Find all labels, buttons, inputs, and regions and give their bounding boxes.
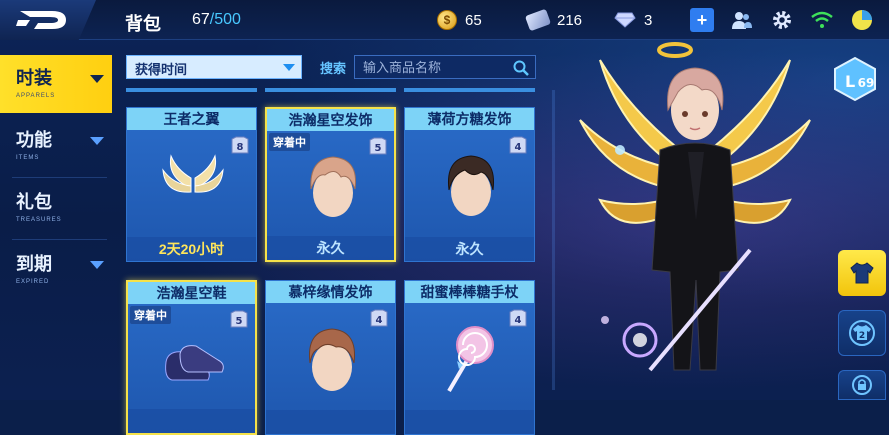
pie-status-icon[interactable] bbox=[850, 8, 874, 32]
gear-icon[interactable] bbox=[770, 8, 794, 32]
sidebar-item-label: 礼包 bbox=[16, 192, 52, 212]
item-level: 5 bbox=[375, 143, 382, 154]
wifi-icon bbox=[810, 8, 834, 32]
chevron-down-icon bbox=[90, 75, 104, 83]
level-badge-icon: 4 bbox=[509, 136, 527, 154]
item-duration: 永久 bbox=[267, 236, 394, 260]
sidebar-item-items[interactable]: 功能 ITEMS bbox=[0, 117, 112, 178]
sidebar-item-sub: EXPIRED bbox=[16, 279, 50, 285]
bag-used: 67 bbox=[192, 11, 210, 28]
item-card[interactable]: 王者之翼 8 2天20小时 bbox=[126, 107, 257, 262]
sidebar-item-expired[interactable]: 到期 EXPIRED bbox=[0, 241, 112, 299]
scrolled-card-edge bbox=[404, 88, 535, 92]
item-name: 浩瀚星空发饰 bbox=[267, 109, 394, 131]
lock-icon bbox=[852, 375, 872, 395]
back-button[interactable] bbox=[0, 0, 96, 40]
outfit-slot-2-button[interactable]: 2 bbox=[838, 310, 886, 356]
level-badge-icon: 4 bbox=[370, 309, 388, 327]
player-level-badge: L 69 bbox=[834, 56, 876, 102]
item-name: 浩瀚星空鞋 bbox=[128, 282, 255, 304]
item-name: 甜蜜棒棒糖手杖 bbox=[405, 281, 534, 303]
chevron-down-icon bbox=[90, 137, 104, 145]
item-duration: 2天20小时 bbox=[127, 237, 256, 261]
ticket-value: 216 bbox=[557, 11, 583, 29]
chevron-down-icon bbox=[283, 64, 295, 71]
search-icon[interactable] bbox=[513, 60, 529, 76]
level-badge-icon: 4 bbox=[509, 309, 527, 327]
player-level: 69 bbox=[858, 76, 875, 90]
hair-icon bbox=[308, 328, 356, 391]
item-name: 薄荷方糖发饰 bbox=[405, 108, 534, 130]
ticket-icon bbox=[524, 8, 552, 32]
item-level: 4 bbox=[376, 315, 383, 326]
outfit-slot-1-button[interactable] bbox=[838, 250, 886, 296]
gem-value: 3 bbox=[644, 11, 653, 29]
coin-counter: $ 65 bbox=[437, 8, 482, 32]
item-card[interactable]: 浩瀚星空发饰 穿着中 5 永久 bbox=[265, 107, 396, 262]
sidebar-item-treasures[interactable]: 礼包 TREASURES bbox=[0, 179, 112, 240]
scrolled-card-edge bbox=[126, 88, 257, 92]
scrollbar[interactable] bbox=[552, 90, 555, 390]
game-logo-icon bbox=[16, 11, 66, 29]
item-duration: 永久 bbox=[405, 237, 534, 261]
category-sidebar: 时装 APPARELS 功能 ITEMS 礼包 TREASURES 到期 EXP… bbox=[0, 55, 112, 303]
sort-dropdown-value: 获得时间 bbox=[135, 62, 188, 77]
item-level: 5 bbox=[236, 316, 243, 327]
item-level: 8 bbox=[237, 142, 244, 153]
level-badge-icon: 5 bbox=[230, 310, 248, 328]
level-prefix: L bbox=[845, 72, 855, 91]
item-card[interactable]: 甜蜜棒棒糖手杖 4 bbox=[404, 280, 535, 435]
item-level: 4 bbox=[515, 315, 522, 326]
coin-icon: $ bbox=[437, 10, 457, 30]
bag-max: /500 bbox=[209, 11, 241, 28]
hair-icon bbox=[310, 156, 357, 217]
item-card[interactable]: 薄荷方糖发饰 4 永久 bbox=[404, 107, 535, 262]
scrolled-card-edge bbox=[265, 88, 396, 92]
page-title: 背包 bbox=[125, 14, 161, 34]
level-badge-icon: 8 bbox=[231, 136, 249, 154]
search-input[interactable] bbox=[355, 56, 505, 79]
item-duration bbox=[266, 410, 395, 434]
character-preview[interactable] bbox=[560, 40, 830, 400]
divider bbox=[12, 239, 107, 240]
top-bar: 背包 67/500 $ 65 216 3 + bbox=[0, 0, 889, 40]
sidebar-item-sub: APPARELS bbox=[16, 93, 56, 99]
friends-icon[interactable] bbox=[730, 8, 754, 32]
diamond-icon bbox=[614, 12, 636, 28]
level-badge-icon: 5 bbox=[369, 137, 387, 155]
chevron-down-icon bbox=[90, 261, 104, 269]
shirt-icon bbox=[850, 262, 874, 284]
coin-value: 65 bbox=[465, 11, 482, 29]
item-card[interactable]: 慕梓缘情发饰 4 bbox=[265, 280, 396, 435]
item-level: 4 bbox=[515, 142, 522, 153]
hair-icon bbox=[447, 155, 495, 216]
ticket-counter: 216 bbox=[524, 8, 583, 32]
sidebar-item-sub: ITEMS bbox=[16, 155, 40, 161]
search-label: 搜索 bbox=[320, 61, 347, 76]
item-name: 慕梓缘情发饰 bbox=[266, 281, 395, 303]
gem-counter: 3 bbox=[614, 8, 652, 32]
sort-dropdown[interactable]: 获得时间 bbox=[126, 55, 302, 79]
divider bbox=[12, 177, 107, 178]
shirt-2-icon: 2 bbox=[849, 320, 875, 346]
outfit-slot-3-button[interactable] bbox=[838, 370, 886, 400]
sidebar-item-apparels[interactable]: 时装 APPARELS bbox=[0, 55, 112, 113]
item-duration bbox=[405, 410, 534, 434]
lollipop-icon bbox=[447, 326, 494, 393]
shoes-icon bbox=[165, 345, 224, 381]
item-name: 王者之翼 bbox=[127, 108, 256, 130]
item-card[interactable]: 浩瀚星空鞋 穿着中 5 bbox=[126, 280, 257, 435]
wings-icon bbox=[162, 154, 224, 193]
add-currency-button[interactable]: + bbox=[690, 8, 714, 32]
item-duration bbox=[128, 409, 255, 433]
search-box bbox=[354, 55, 536, 79]
bag-capacity: 67/500 bbox=[192, 11, 241, 29]
sidebar-item-sub: TREASURES bbox=[16, 217, 62, 223]
outfit-slot-number: 2 bbox=[859, 331, 865, 341]
